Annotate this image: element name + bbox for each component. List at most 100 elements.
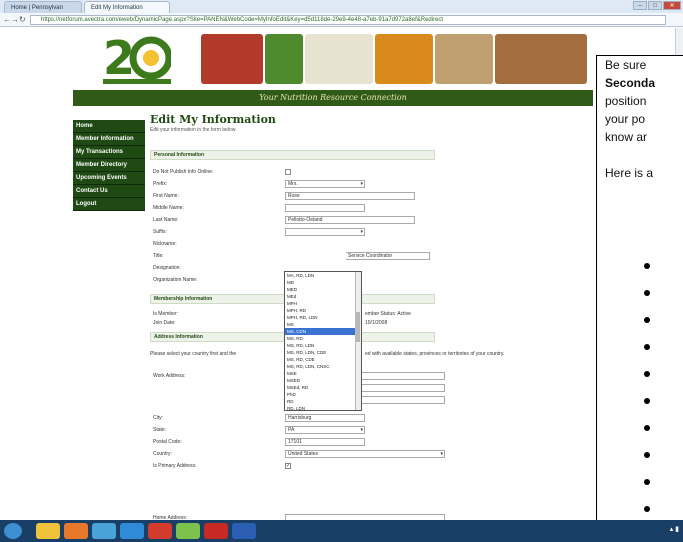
vegetables-image [265,34,303,84]
doc-text-line: Be sure [605,58,647,72]
dropdown-scrollbar[interactable] [355,272,361,410]
system-tray[interactable]: ▴ ▮ [670,525,679,533]
menu-item-home[interactable]: Home [73,120,145,133]
taskbar-chrome-icon[interactable] [176,523,200,539]
label-do-not-publish: Do Not Publish Info Online: [153,169,214,175]
primary-address-checkbox[interactable]: ✓ [285,463,291,469]
suffix-option[interactable]: MS, RD [285,335,361,342]
tab-home[interactable]: Home | Pennsylvan [4,1,82,13]
suffix-option[interactable]: MEd [285,293,361,300]
label-is-member: Is Member: [153,311,179,317]
menu-item-my-transactions[interactable]: My Transactions [73,146,145,159]
label-middle-name: Middle Name: [153,205,184,211]
suffix-option[interactable]: MSE [285,370,361,377]
label-suffix: Suffix: [153,229,167,235]
taskbar-explorer-icon[interactable] [36,523,60,539]
doc-bullet [644,371,650,377]
suffix-option[interactable]: MSED [285,377,361,384]
fruit-image [375,34,433,84]
row-do-not-publish: Do Not Publish Info Online: [150,168,435,177]
academy-20-logo: 2 [103,31,171,85]
suffix-option[interactable]: RD [285,398,361,405]
suffix-option[interactable]: MS, RD, CDE [285,356,361,363]
grains-image [495,34,587,84]
taskbar-word-icon[interactable] [232,523,256,539]
label-city: City: [153,415,163,421]
doc-text-line: Here is a [605,166,654,180]
postal-input[interactable]: 17101 [285,438,365,446]
label-state: State: [153,427,167,433]
row-middle-name: Middle Name: [150,204,435,213]
dropdown-scroll-thumb[interactable] [356,312,360,342]
windows-taskbar: ▴ ▮ [0,520,683,542]
suffix-option[interactable]: MA, RD, LDN [285,272,361,279]
suffix-option[interactable]: MS, RD, LDN, CNSC [285,363,361,370]
suffix-select[interactable] [285,228,365,236]
edit-info-form: Edit My Information Edit your informatio… [150,110,595,522]
suffix-option[interactable]: PhD [285,391,361,398]
prefix-select[interactable]: Mrs. [285,180,365,188]
tab-edit-my-information[interactable]: Edit My Information [84,1,170,13]
suffix-option[interactable]: MPH, RD [285,307,361,314]
overlay-document: Be sure Seconda position your po know ar Her… [596,55,683,542]
last-name-input[interactable]: Pellotto-Oeland [285,216,415,224]
taskbar-acrobat-icon[interactable] [204,523,228,539]
country-select[interactable]: United States [285,450,445,458]
suffix-dropdown-list[interactable]: MA, RD, LDN MD MED MEd MPH MPH, RD MPH, RD, LD… [284,271,362,411]
suffix-option[interactable]: MS, RD, LDN, CDE [285,349,361,356]
tomatoes-image [201,34,263,84]
middle-name-input[interactable] [285,204,365,212]
menu-item-member-information[interactable]: Member Information [73,133,145,146]
taskbar-media-icon[interactable] [148,523,172,539]
suffix-option[interactable]: MS [285,321,361,328]
taskbar-outlook-icon[interactable] [64,523,88,539]
doc-bullet [644,398,650,404]
row-state: State: PA [150,426,435,435]
join-date-value: 10/1/2008 [365,320,388,326]
menu-item-upcoming-events[interactable]: Upcoming Events [73,172,145,185]
label-title: Title: [153,253,164,259]
maximize-button[interactable]: □ [648,1,662,10]
do-not-publish-checkbox[interactable] [285,169,291,175]
bowl-image [305,34,373,84]
page-title: Edit My Information [150,113,276,126]
first-name-input[interactable]: Rose [285,192,415,200]
suffix-option[interactable]: MS, RD, LDN [285,342,361,349]
address-bar[interactable]: https://netforum.avectra.com/eweb/Dynami… [30,15,666,25]
city-input[interactable]: Harrisburg [285,414,365,422]
suffix-option[interactable]: MPH [285,300,361,307]
state-select[interactable]: PA [285,426,365,434]
page-subtitle: Edit your information in the form below. [150,127,237,133]
suffix-option[interactable]: MS, CDN [285,328,361,335]
back-icon[interactable]: ← [3,15,11,25]
menu-item-logout[interactable]: Logout [73,198,145,211]
minimize-button[interactable]: – [633,1,647,10]
suffix-option[interactable]: MED [285,286,361,293]
forward-icon[interactable]: → [11,15,19,25]
doc-bullet [644,317,650,323]
title-input[interactable]: Service Coordinator [346,252,430,260]
row-last-name: Last Name: Pellotto-Oeland [150,216,435,225]
doc-bullet [644,452,650,458]
start-button[interactable] [4,523,22,539]
row-first-name: First Name: Rose [150,192,435,201]
reload-icon[interactable]: ↻ [19,15,26,25]
address-note: Please select your country first and the [150,351,237,357]
label-primary-address: Is Primary Address: [153,463,197,469]
row-prefix: Prefix: Mrs. [150,180,435,189]
suffix-option[interactable]: MD [285,279,361,286]
row-nickname: Nickname: [150,240,435,249]
close-button[interactable]: ✕ [663,1,681,10]
taskbar-app-icon[interactable] [92,523,116,539]
suffix-option[interactable]: MPH, RD, LDN [285,314,361,321]
site-banner: 2 [73,28,593,94]
row-country: Country: United States [150,450,445,459]
taskbar-ie-icon[interactable] [120,523,144,539]
menu-item-member-directory[interactable]: Member Directory [73,159,145,172]
suffix-option[interactable]: MSEd, RD [285,384,361,391]
row-suffix: Suffix: [150,228,435,237]
personal-info-header: Personal Information [150,150,435,160]
label-last-name: Last Name: [153,217,179,223]
menu-item-contact-us[interactable]: Contact Us [73,185,145,198]
suffix-option[interactable]: RD, LDN [285,405,361,410]
